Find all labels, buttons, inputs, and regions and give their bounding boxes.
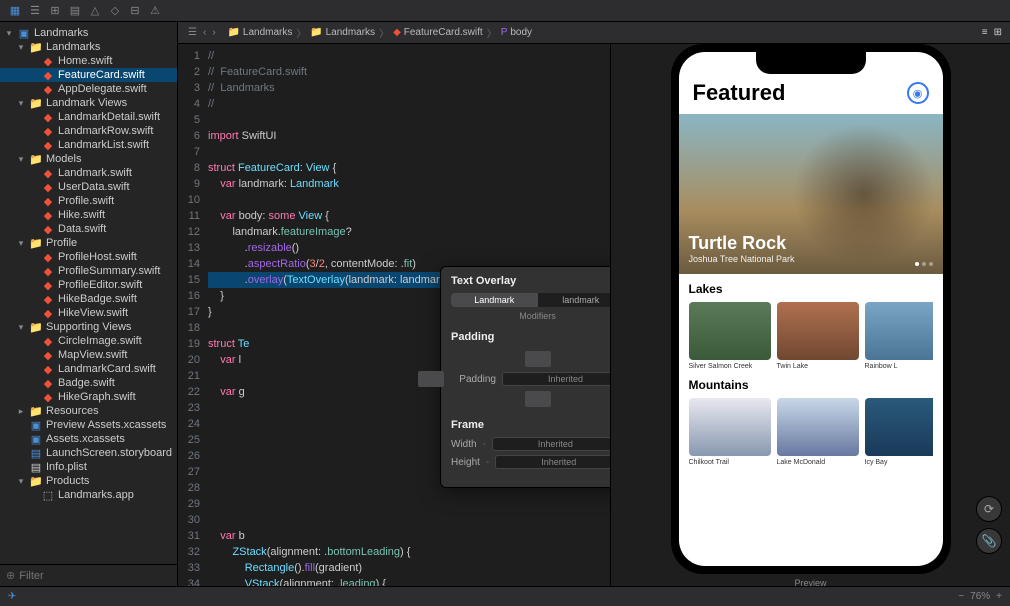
project-navigator: ▾▣Landmarks▾📁Landmarks◆Home.swift◆Featur… <box>0 22 178 586</box>
popover-title: Text Overlay <box>451 275 610 287</box>
zoom-in-button[interactable]: + <box>996 591 1002 602</box>
tree-item[interactable]: ▾▣Landmarks <box>0 26 177 40</box>
breadcrumb-item[interactable]: 📁 Landmarks <box>310 27 375 38</box>
tree-item[interactable]: ▾📁Supporting Views <box>0 320 177 334</box>
forward-icon[interactable]: › <box>210 27 217 38</box>
tree-item[interactable]: ◆Badge.swift <box>0 376 177 390</box>
tree-item[interactable]: ◆Profile.swift <box>0 194 177 208</box>
tree-item[interactable]: ⬚Landmarks.app <box>0 488 177 502</box>
mountain-card[interactable]: Lake McDonald <box>777 398 859 466</box>
tree-item[interactable]: ◆AppDelegate.swift <box>0 82 177 96</box>
zoom-out-button[interactable]: − <box>958 591 964 602</box>
mountain-card[interactable]: Chilkoot Trail <box>689 398 771 466</box>
tree-item[interactable]: ▸📁Resources <box>0 404 177 418</box>
tree-item[interactable]: ◆ProfileSummary.swift <box>0 264 177 278</box>
tree-item[interactable]: ◆LandmarkRow.swift <box>0 124 177 138</box>
mountain-card[interactable]: Icy Bay <box>865 398 933 466</box>
tree-item[interactable]: ◆HikeView.swift <box>0 306 177 320</box>
filter-icon[interactable]: ⊕ <box>6 569 15 582</box>
landmark-toggle[interactable]: Landmark landmark <box>451 293 610 307</box>
back-icon[interactable]: ‹ <box>201 27 208 38</box>
warning-icon[interactable]: ⚠ <box>148 4 162 18</box>
sidebar-toggle-icon[interactable]: ☰ <box>186 27 199 38</box>
padding-diagram[interactable]: Padding <box>451 349 610 409</box>
tree-item[interactable]: ◆Hike.swift <box>0 208 177 222</box>
grid-icon[interactable]: ⊞ <box>48 4 62 18</box>
folder-icon[interactable]: ☰ <box>28 4 42 18</box>
tree-item[interactable]: ◆UserData.swift <box>0 180 177 194</box>
tree-item[interactable]: ◆FeatureCard.swift <box>0 68 177 82</box>
preview-refresh-button[interactable]: ⟳ <box>976 496 1002 522</box>
breadcrumb-item[interactable]: P body <box>501 27 532 38</box>
tree-item[interactable]: ▤LaunchScreen.storyboard <box>0 446 177 460</box>
tree-item[interactable]: ▾📁Profile <box>0 236 177 250</box>
lake-card[interactable]: Silver Salmon Creek <box>689 302 771 370</box>
tree-item[interactable]: ◆LandmarkCard.swift <box>0 362 177 376</box>
tree-item[interactable]: ◆ProfileHost.swift <box>0 250 177 264</box>
page-title: Featured <box>693 80 786 106</box>
preview-pane: Featured ◉ Turtle Rock Joshua Tree Natio… <box>610 44 1010 586</box>
lake-card[interactable]: Rainbow L <box>865 302 933 370</box>
height-input[interactable] <box>495 455 610 469</box>
filter-input[interactable] <box>19 570 171 582</box>
device-frame: Featured ◉ Turtle Rock Joshua Tree Natio… <box>671 44 951 574</box>
preview-pin-button[interactable]: 📎 <box>976 528 1002 554</box>
code-editor[interactable]: 1234567891011121314151617181920212223242… <box>178 44 610 586</box>
tree-item[interactable]: ▾📁Products <box>0 474 177 488</box>
feature-card[interactable]: Turtle Rock Joshua Tree National Park <box>679 114 943 274</box>
breadcrumb-item[interactable]: ◆ FeatureCard.swift <box>393 27 483 38</box>
width-input[interactable] <box>492 437 610 451</box>
tree-item[interactable]: ▤Info.plist <box>0 460 177 474</box>
tree-item[interactable]: ▾📁Models <box>0 152 177 166</box>
doc-icon[interactable]: ▤ <box>68 4 82 18</box>
assistant-icon[interactable]: ⊞ <box>994 27 1002 38</box>
tree-item[interactable]: ◆LandmarkList.swift <box>0 138 177 152</box>
zoom-level: 76% <box>970 591 990 602</box>
profile-icon[interactable]: ◉ <box>907 82 929 104</box>
tree-item[interactable]: ◆ProfileEditor.swift <box>0 278 177 292</box>
triangle-icon[interactable]: △ <box>88 4 102 18</box>
bottom-bar: ✈ − 76% + <box>0 586 1010 606</box>
preview-label: Preview <box>611 574 1010 586</box>
tree-item[interactable]: ◆CircleImage.swift <box>0 334 177 348</box>
breadcrumb: ☰ ‹ › 📁 Landmarks〉📁 Landmarks〉◆ FeatureC… <box>178 22 1010 44</box>
compare-icon[interactable]: ≡ <box>982 27 988 38</box>
titlebar: ▦ ☰ ⊞ ▤ △ ◇ ⊟ ⚠ <box>0 0 1010 22</box>
ruler-icon[interactable]: ⊟ <box>128 4 142 18</box>
breadcrumb-item[interactable]: 📁 Landmarks <box>228 27 293 38</box>
filter-bar: ⊕ <box>0 564 177 586</box>
tree-item[interactable]: ◆HikeGraph.swift <box>0 390 177 404</box>
tree-item[interactable]: ▣Assets.xcassets <box>0 432 177 446</box>
inspector-popover: Text Overlay Landmark landmark Modifiers… <box>440 266 610 488</box>
nav-icon[interactable]: ▦ <box>8 4 22 18</box>
tree-item[interactable]: ▾📁Landmarks <box>0 40 177 54</box>
tree-item[interactable]: ◆Home.swift <box>0 54 177 68</box>
tree-item[interactable]: ▣Preview Assets.xcassets <box>0 418 177 432</box>
lake-card[interactable]: Twin Lake <box>777 302 859 370</box>
tree-item[interactable]: ◆LandmarkDetail.swift <box>0 110 177 124</box>
run-icon[interactable]: ✈ <box>8 591 16 602</box>
padding-input[interactable] <box>502 372 610 386</box>
tree-item[interactable]: ◆Data.swift <box>0 222 177 236</box>
tree-item[interactable]: ◆HikeBadge.swift <box>0 292 177 306</box>
tree-item[interactable]: ▾📁Landmark Views <box>0 96 177 110</box>
tree-item[interactable]: ◆Landmark.swift <box>0 166 177 180</box>
tree-item[interactable]: ◆MapView.swift <box>0 348 177 362</box>
cube-icon[interactable]: ◇ <box>108 4 122 18</box>
